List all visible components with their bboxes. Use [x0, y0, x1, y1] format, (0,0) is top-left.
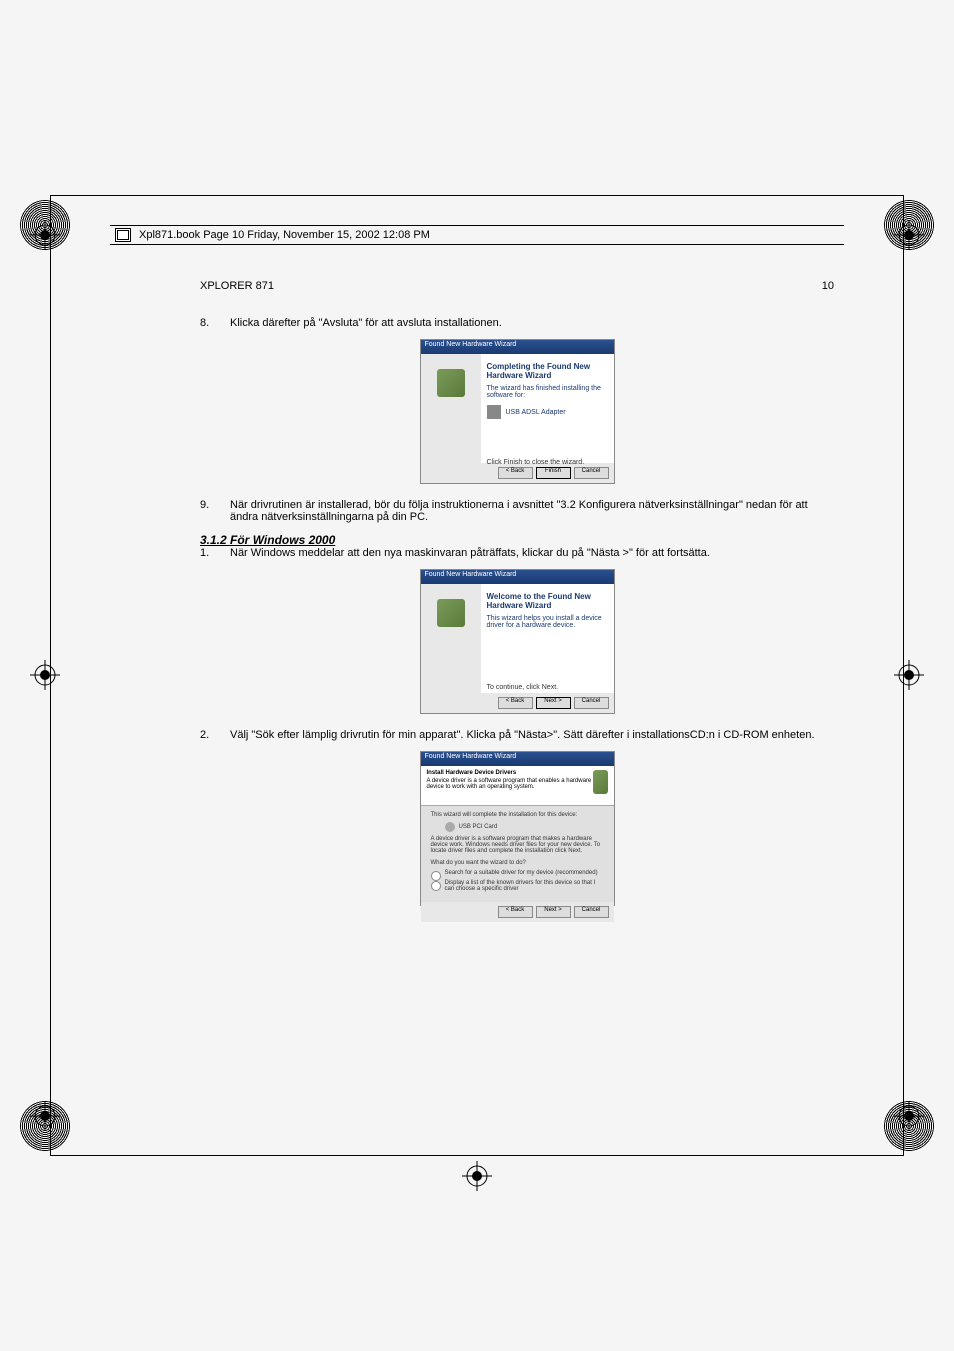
list-number: 2. [200, 729, 230, 741]
finish-button: Finish [536, 467, 571, 479]
next-button: Next > [536, 906, 571, 918]
print-header: Xpl871.book Page 10 Friday, November 15,… [110, 225, 844, 245]
back-button: < Back [498, 697, 533, 709]
wizard-icon [437, 369, 465, 397]
wizard-titlebar: Found New Hardware Wizard [421, 340, 614, 354]
registration-mark [462, 1161, 492, 1191]
wizard-text: What do you want the wizard to do? [431, 860, 604, 866]
wizard-header-title: Install Hardware Device Drivers [427, 770, 593, 776]
print-header-text: Xpl871.book Page 10 Friday, November 15,… [139, 229, 430, 241]
next-button: Next > [536, 697, 571, 709]
hardware-icon [487, 405, 501, 419]
cancel-button: Cancel [574, 467, 609, 479]
wizard-text: Click Finish to close the wizard. [487, 459, 608, 466]
list-item-2: 2. Välj "Sök efter lämplig drivrutin för… [200, 729, 834, 741]
book-icon [115, 228, 131, 242]
wizard-titlebar: Found New Hardware Wizard [421, 570, 614, 584]
wizard-device: USB PCI Card [459, 824, 498, 830]
wizard-text: This wizard will complete the installati… [431, 812, 604, 818]
list-text: När drivrutinen är installerad, bör du f… [230, 499, 834, 523]
wizard-text: The wizard has finished installing the s… [487, 385, 608, 399]
wizard-text: This wizard helps you install a device d… [487, 615, 608, 629]
wizard-header-sub: A device driver is a software program th… [427, 778, 593, 790]
cancel-button: Cancel [574, 697, 609, 709]
page-number: 10 [822, 280, 834, 292]
wizard-heading: Completing the Found New Hardware Wizard [487, 362, 608, 380]
list-number: 9. [200, 499, 230, 523]
wizard-screenshot-3: Found New Hardware Wizard Install Hardwa… [420, 751, 615, 906]
device-icon [445, 822, 455, 832]
list-text: Välj "Sök efter lämplig drivrutin för mi… [230, 729, 834, 741]
section-heading: 3.1.2 För Windows 2000 [200, 533, 834, 547]
wizard-titlebar: Found New Hardware Wizard [421, 752, 614, 766]
wizard-screenshot-2: Found New Hardware Wizard Welcome to the… [420, 569, 615, 714]
list-number: 8. [200, 317, 230, 329]
cancel-button: Cancel [574, 906, 609, 918]
wizard-text: To continue, click Next. [487, 684, 608, 691]
radio-option-2: Display a list of the known drivers for … [431, 880, 604, 892]
wizard-text: A device driver is a software program th… [431, 836, 604, 854]
list-item-1: 1. När Windows meddelar att den nya mask… [200, 547, 834, 559]
list-text: När Windows meddelar att den nya maskinv… [230, 547, 834, 559]
list-item-9: 9. När drivrutinen är installerad, bör d… [200, 499, 834, 523]
list-text: Klicka därefter på "Avsluta" för att avs… [230, 317, 834, 329]
list-item-8: 8. Klicka därefter på "Avsluta" för att … [200, 317, 834, 329]
wizard-device: USB ADSL Adapter [506, 409, 566, 416]
wizard-heading: Welcome to the Found New Hardware Wizard [487, 592, 608, 610]
wizard-icon [593, 770, 608, 794]
back-button: < Back [498, 467, 533, 479]
wizard-icon [437, 599, 465, 627]
wizard-screenshot-1: Found New Hardware Wizard Completing the… [420, 339, 615, 484]
back-button: < Back [498, 906, 533, 918]
radio-option-1: Search for a suitable driver for my devi… [431, 870, 604, 876]
doc-title: XPLORER 871 [200, 280, 274, 292]
document-content: XPLORER 871 10 8. Klicka därefter på "Av… [200, 280, 834, 921]
list-number: 1. [200, 547, 230, 559]
